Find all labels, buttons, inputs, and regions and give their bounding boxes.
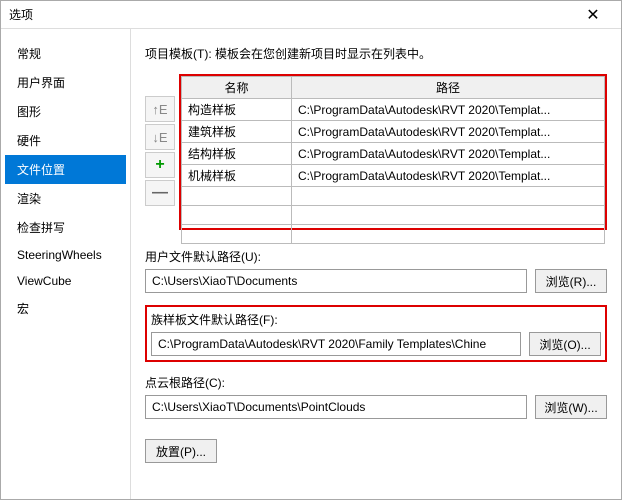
table-row[interactable]: 结构样板 C:\ProgramData\Autodesk\RVT 2020\Te…: [182, 143, 605, 165]
sidebar-item-file-locations[interactable]: 文件位置: [5, 155, 126, 184]
table-buttons: ↑E ↓E + —: [145, 74, 179, 230]
pointcloud-path-input[interactable]: [145, 395, 527, 419]
add-button[interactable]: +: [145, 152, 175, 178]
close-icon[interactable]: ✕: [573, 1, 613, 29]
templates-area: ↑E ↓E + — 名称 路径: [145, 74, 607, 230]
user-path-group: 用户文件默认路径(U): 浏览(R)...: [145, 248, 607, 293]
family-path-label: 族样板文件默认路径(F):: [151, 311, 601, 328]
place-button[interactable]: 放置(P)...: [145, 439, 217, 463]
dialog-body: 常规 用户界面 图形 硬件 文件位置 渲染 检查拼写 SteeringWheel…: [1, 29, 621, 499]
sidebar-item-general[interactable]: 常规: [5, 39, 126, 68]
sidebar-item-ui[interactable]: 用户界面: [5, 68, 126, 97]
browse-pointcloud-button[interactable]: 浏览(W)...: [535, 395, 607, 419]
options-dialog: 选项 ✕ 常规 用户界面 图形 硬件 文件位置 渲染 检查拼写 Steering…: [0, 0, 622, 500]
pointcloud-path-label: 点云根路径(C):: [145, 374, 607, 391]
browse-family-button[interactable]: 浏览(O)...: [529, 332, 601, 356]
user-path-input[interactable]: [145, 269, 527, 293]
cell-name[interactable]: 构造样板: [182, 99, 292, 121]
cell-name[interactable]: 机械样板: [182, 165, 292, 187]
sidebar: 常规 用户界面 图形 硬件 文件位置 渲染 检查拼写 SteeringWheel…: [1, 29, 131, 499]
table-row[interactable]: 建筑样板 C:\ProgramData\Autodesk\RVT 2020\Te…: [182, 121, 605, 143]
remove-button[interactable]: —: [145, 180, 175, 206]
cell-name[interactable]: 建筑样板: [182, 121, 292, 143]
sidebar-item-hardware[interactable]: 硬件: [5, 126, 126, 155]
pointcloud-path-group: 点云根路径(C): 浏览(W)...: [145, 374, 607, 419]
sidebar-item-macros[interactable]: 宏: [5, 294, 126, 323]
table-row[interactable]: [182, 206, 605, 225]
sidebar-item-viewcube[interactable]: ViewCube: [5, 268, 126, 294]
cell-path[interactable]: C:\ProgramData\Autodesk\RVT 2020\Templat…: [292, 165, 605, 187]
browse-user-button[interactable]: 浏览(R)...: [535, 269, 607, 293]
sidebar-item-graphics[interactable]: 图形: [5, 97, 126, 126]
table-row[interactable]: [182, 187, 605, 206]
titlebar: 选项 ✕: [1, 1, 621, 29]
window-title: 选项: [9, 6, 573, 23]
col-path[interactable]: 路径: [292, 77, 605, 99]
templates-table-wrap: 名称 路径 构造样板 C:\ProgramData\Autodesk\RVT 2…: [179, 74, 607, 230]
content-panel: 项目模板(T): 模板会在您创建新项目时显示在列表中。 ↑E ↓E + — 名称…: [131, 29, 621, 499]
cell-path[interactable]: C:\ProgramData\Autodesk\RVT 2020\Templat…: [292, 99, 605, 121]
table-row[interactable]: [182, 225, 605, 244]
sidebar-item-render[interactable]: 渲染: [5, 184, 126, 213]
family-path-input[interactable]: [151, 332, 521, 356]
table-header-row: 名称 路径: [182, 77, 605, 99]
family-path-group: 族样板文件默认路径(F): 浏览(O)...: [145, 305, 607, 362]
cell-path[interactable]: C:\ProgramData\Autodesk\RVT 2020\Templat…: [292, 143, 605, 165]
cell-name[interactable]: 结构样板: [182, 143, 292, 165]
sidebar-item-steeringwheels[interactable]: SteeringWheels: [5, 242, 126, 268]
sidebar-item-spellcheck[interactable]: 检查拼写: [5, 213, 126, 242]
move-up-button[interactable]: ↑E: [145, 96, 175, 122]
move-down-button[interactable]: ↓E: [145, 124, 175, 150]
templates-heading: 项目模板(T): 模板会在您创建新项目时显示在列表中。: [145, 45, 607, 62]
templates-table[interactable]: 名称 路径 构造样板 C:\ProgramData\Autodesk\RVT 2…: [181, 76, 605, 244]
table-row[interactable]: 构造样板 C:\ProgramData\Autodesk\RVT 2020\Te…: [182, 99, 605, 121]
user-path-label: 用户文件默认路径(U):: [145, 248, 607, 265]
table-row[interactable]: 机械样板 C:\ProgramData\Autodesk\RVT 2020\Te…: [182, 165, 605, 187]
col-name[interactable]: 名称: [182, 77, 292, 99]
cell-path[interactable]: C:\ProgramData\Autodesk\RVT 2020\Templat…: [292, 121, 605, 143]
